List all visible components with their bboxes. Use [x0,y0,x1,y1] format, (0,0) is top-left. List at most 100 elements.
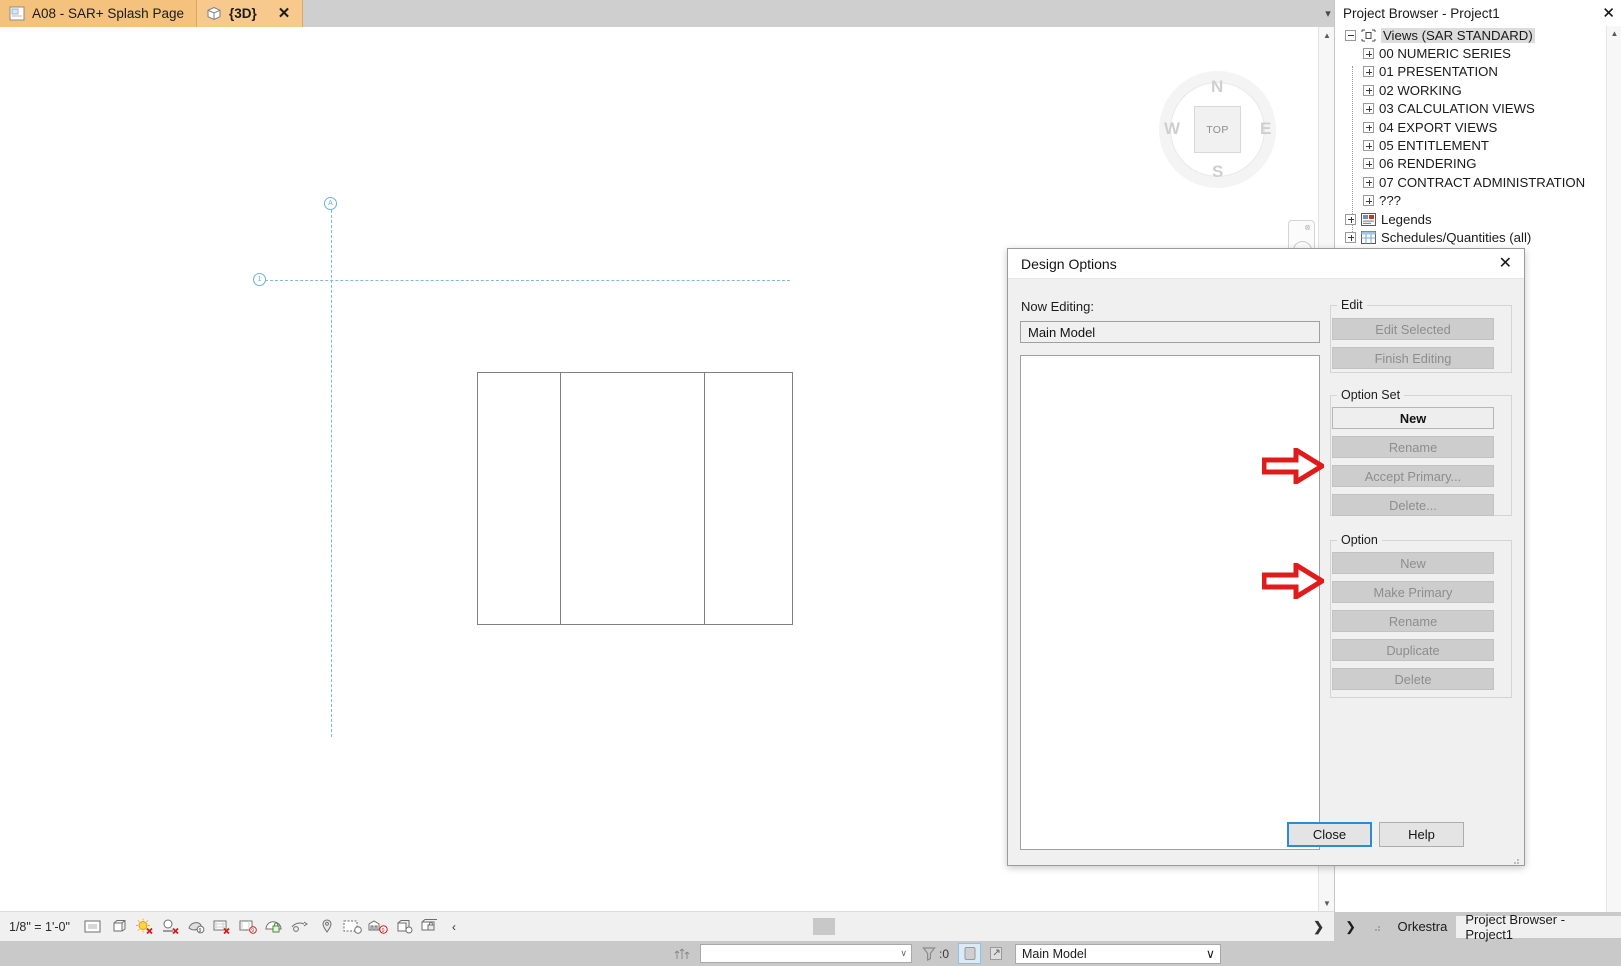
close-icon[interactable]: ⊗ [1304,223,1311,232]
expand-icon[interactable] [1363,121,1374,133]
tree-item-03-calculation-views[interactable]: 03 CALCULATION VIEWS [1341,100,1621,118]
show-crop-region-icon[interactable]: 9 [238,916,260,938]
chevron-right-icon[interactable]: ❯ [1313,919,1324,935]
tree-item-02-working[interactable]: 02 WORKING [1341,81,1621,99]
crop-region-icon[interactable] [82,916,104,938]
view-cube[interactable]: TOP N S E W [1155,67,1280,192]
tree-item-label: 00 NUMERIC SERIES [1379,46,1511,62]
temporary-hide-isolate-icon[interactable] [290,916,312,938]
tree-item-unknown[interactable]: ??? [1341,192,1621,210]
dialog-title-bar[interactable]: Design Options ✕ [1008,249,1524,279]
tree-item-views[interactable]: Views (SAR STANDARD) [1341,26,1621,44]
model-wall-outline[interactable] [477,372,793,625]
grid-bubble-1[interactable]: 1 [253,273,266,286]
modify-tool-icon[interactable] [672,945,694,963]
compass-east-label[interactable]: E [1260,119,1271,139]
expand-icon[interactable] [1363,48,1374,60]
filter-indicator[interactable]: :0 [922,946,949,962]
tree-item-01-presentation[interactable]: 01 PRESENTATION [1341,63,1621,81]
tree-item-legends[interactable]: Legends [1341,210,1621,228]
view-tab-3d[interactable]: {3D} ✕ [196,0,304,27]
shadows-off-icon[interactable] [160,916,182,938]
grid-line-horizontal[interactable] [260,280,790,281]
scroll-up-icon[interactable]: ▲ [1607,26,1621,41]
dialog-resize-grip[interactable] [1510,853,1520,864]
status-search-combo[interactable]: ∨ [700,944,912,963]
option-new-button[interactable]: New [1332,552,1494,574]
tab-bar-filler [303,0,1340,27]
crop-view-off-icon[interactable] [212,916,234,938]
expand-icon[interactable] [1363,66,1374,78]
model-wall-divider-1[interactable] [560,372,561,625]
compass-west-label[interactable]: W [1164,119,1180,139]
chevron-left-icon[interactable]: ‹ [452,920,456,934]
option-rename-button[interactable]: Rename [1332,610,1494,632]
expand-icon[interactable] [1363,103,1374,115]
close-icon[interactable]: ✕ [278,6,291,21]
expand-icon[interactable] [1363,158,1374,170]
accept-primary-button[interactable]: Accept Primary... [1332,465,1494,487]
tree-item-schedules-quantities[interactable]: Schedules/Quantities (all) [1341,228,1621,246]
select-links-toggle[interactable] [958,943,982,964]
dialog-close-button[interactable]: Close [1287,822,1372,847]
app-close-button[interactable]: ✕ [1602,4,1615,22]
tree-item-05-entitlement[interactable]: 05 ENTITLEMENT [1341,136,1621,154]
sheet-icon [9,6,25,21]
expand-icon[interactable] [1363,140,1374,152]
grid-bubble-a[interactable]: A [324,197,337,210]
panel-expand-icon[interactable]: ❯ [1338,919,1363,935]
design-options-dialog[interactable]: Design Options ✕ Now Editing: Main Model… [1007,248,1525,866]
design-options-listbox[interactable] [1020,355,1320,850]
view-tab-sheet[interactable]: A08 - SAR+ Splash Page [0,0,197,27]
option-set-new-button[interactable]: New [1332,407,1494,429]
tree-item-00-numeric-series[interactable]: 00 NUMERIC SERIES [1341,44,1621,62]
tree-item-06-rendering[interactable]: 06 RENDERING [1341,155,1621,173]
reveal-hidden-elements-icon[interactable] [316,916,338,938]
analytical-model-off-icon[interactable]: 9 [368,916,390,938]
finish-editing-button[interactable]: Finish Editing [1332,347,1494,369]
view-cube-face-top[interactable]: TOP [1194,106,1241,153]
edit-selected-button[interactable]: Edit Selected [1332,318,1494,340]
option-duplicate-button[interactable]: Duplicate [1332,639,1494,661]
bottom-tab-orkestra[interactable]: Orkestra [1389,916,1457,938]
horizontal-scroll-thumb[interactable] [813,918,835,935]
close-icon[interactable]: ✕ [1499,255,1512,272]
option-set-delete-button[interactable]: Delete... [1332,494,1494,516]
model-wall-divider-2[interactable] [704,372,705,625]
chevron-down-icon[interactable]: ∨ [1206,946,1215,961]
worksharing-display-icon[interactable] [420,916,442,938]
option-set-rename-button[interactable]: Rename [1332,436,1494,458]
expand-icon[interactable] [1363,195,1374,207]
select-underlay-toggle[interactable] [985,943,1008,964]
now-editing-value: Main Model [1028,324,1096,340]
resize-grip-icon[interactable] [1363,922,1388,932]
expand-icon[interactable] [1345,213,1356,225]
tree-item-label: 02 WORKING [1379,82,1462,98]
temporary-view-properties-icon[interactable] [342,916,364,938]
view-scale-label[interactable]: 1/8" = 1'-0" [9,920,70,934]
model-graphics-style-icon[interactable] [108,916,130,938]
reveal-constraints-icon[interactable] [394,916,416,938]
project-browser-vertical-scrollbar[interactable]: ▲ [1606,26,1621,912]
compass-south-label[interactable]: S [1212,162,1223,182]
make-primary-button[interactable]: Make Primary [1332,581,1494,603]
expand-icon[interactable] [1363,176,1374,188]
tree-item-07-contract-administration[interactable]: 07 CONTRACT ADMINISTRATION [1341,173,1621,191]
option-delete-button[interactable]: Delete [1332,668,1494,690]
rendering-dialog-icon[interactable]: 9 [186,916,208,938]
expand-icon[interactable] [1345,231,1356,243]
collapse-icon[interactable] [1345,29,1356,41]
scroll-up-icon[interactable]: ▲ [1319,27,1335,43]
dialog-help-button[interactable]: Help [1379,822,1464,847]
tree-item-04-export-views[interactable]: 04 EXPORT VIEWS [1341,118,1621,136]
lock-3d-view-icon[interactable] [264,916,286,938]
expand-icon[interactable] [1363,84,1374,96]
sun-path-off-icon[interactable] [134,916,156,938]
scroll-down-icon[interactable]: ▼ [1319,895,1335,911]
design-option-selector[interactable]: Main Model ∨ [1015,943,1222,964]
selection-count: :0 [939,946,950,961]
chevron-down-icon[interactable]: ∨ [900,948,907,959]
bottom-tab-project-browser[interactable]: Project Browser - Project1 [1456,912,1621,942]
grid-line-vertical[interactable] [331,210,332,737]
compass-north-label[interactable]: N [1211,77,1223,97]
